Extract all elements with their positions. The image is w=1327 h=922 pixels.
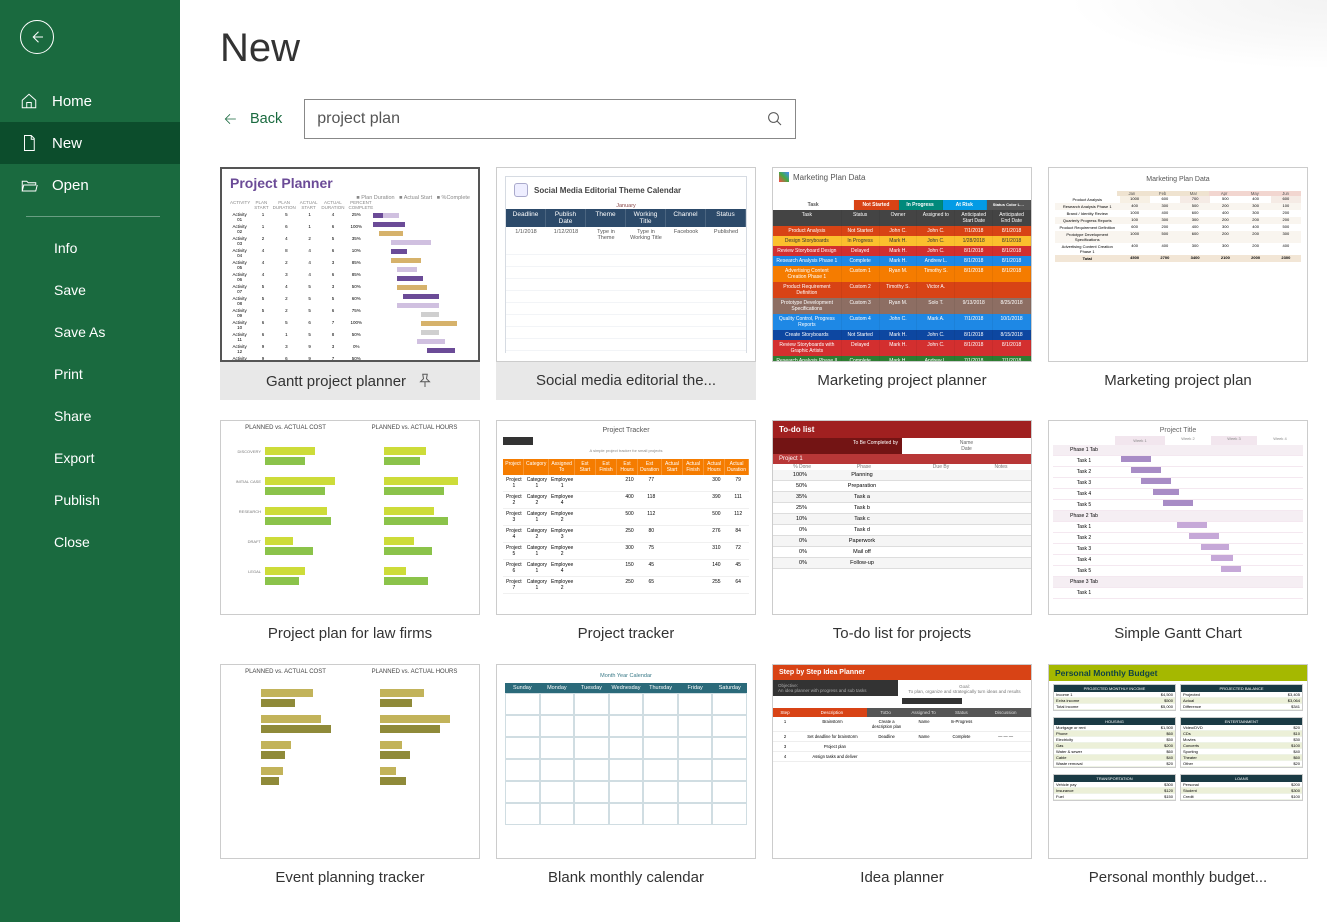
menu-print[interactable]: Print xyxy=(0,353,180,395)
thumb-legend: ■ Plan Duration ■ Actual Start ■ %Comple… xyxy=(222,193,478,195)
template-label: To-do list for projects xyxy=(833,625,971,642)
page-title: New xyxy=(220,26,1287,71)
home-icon xyxy=(20,92,38,110)
template-project-plan-law-firms[interactable]: PLANNED vs. ACTUAL COST DISCOVERY I xyxy=(220,420,480,644)
backstage-sidebar: Home New Open Info Save Save As Print Sh… xyxy=(0,0,180,922)
template-thumbnail: Month Year Calendar SundayMondayTuesdayW… xyxy=(496,664,756,859)
template-thumbnail: Project Title Week 1Week 2Week 3Week 4 P… xyxy=(1048,420,1308,615)
template-marketing-project-planner[interactable]: Marketing Plan Data Task Not Started In … xyxy=(772,167,1032,400)
template-project-tracker[interactable]: Project Tracker A simple project tracker… xyxy=(496,420,756,644)
template-thumbnail: PLANNED vs. ACTUAL COST DISCOVERY I xyxy=(220,420,480,615)
sidebar-item-new[interactable]: New xyxy=(0,122,180,164)
arrow-left-icon xyxy=(220,112,240,126)
template-thumbnail: Social Media Editorial Theme Calendar Ja… xyxy=(496,167,756,362)
template-thumbnail: Project Tracker A simple project tracker… xyxy=(496,420,756,615)
search-button[interactable] xyxy=(755,110,795,128)
pin-icon[interactable] xyxy=(416,372,434,390)
sidebar-divider xyxy=(26,216,160,217)
template-thumbnail: To-do list To Be Completed byNameDate Pr… xyxy=(772,420,1032,615)
menu-info[interactable]: Info xyxy=(0,227,180,269)
template-label: Gantt project planner xyxy=(266,373,406,390)
template-label: Social media editorial the... xyxy=(536,372,716,389)
back-link[interactable]: Back xyxy=(220,111,282,127)
search-row: Back xyxy=(220,99,1287,139)
back-link-label: Back xyxy=(250,111,282,127)
sidebar-item-open[interactable]: Open xyxy=(0,164,180,206)
template-idea-planner[interactable]: Step by Step Idea Planner Objective:An i… xyxy=(772,664,1032,888)
template-label: Idea planner xyxy=(860,869,943,886)
sidebar-item-home[interactable]: Home xyxy=(0,80,180,122)
template-label: Blank monthly calendar xyxy=(548,869,704,886)
template-social-media-editorial[interactable]: Social Media Editorial Theme Calendar Ja… xyxy=(496,167,756,400)
template-label: Project tracker xyxy=(578,625,675,642)
template-thumbnail: Marketing Plan Data Task Not Started In … xyxy=(772,167,1032,362)
menu-share[interactable]: Share xyxy=(0,395,180,437)
template-label: Marketing project planner xyxy=(817,372,986,389)
menu-close[interactable]: Close xyxy=(0,521,180,563)
menu-save-as[interactable]: Save As xyxy=(0,311,180,353)
menu-export[interactable]: Export xyxy=(0,437,180,479)
template-grid: Project Planner ■ Plan Duration ■ Actual… xyxy=(220,167,1287,888)
folder-open-icon xyxy=(20,176,38,194)
sidebar-label-open: Open xyxy=(52,177,89,194)
template-thumbnail: Marketing Plan Data JanFebMarAprMayJun P… xyxy=(1048,167,1308,362)
arrow-left-icon xyxy=(28,28,46,46)
template-label: Personal monthly budget... xyxy=(1089,869,1267,886)
template-simple-gantt-chart[interactable]: Project Title Week 1Week 2Week 3Week 4 P… xyxy=(1048,420,1308,644)
page-icon xyxy=(20,134,38,152)
template-thumbnail: Step by Step Idea Planner Objective:An i… xyxy=(772,664,1032,859)
menu-save[interactable]: Save xyxy=(0,269,180,311)
menu-publish[interactable]: Publish xyxy=(0,479,180,521)
template-todo-list-projects[interactable]: To-do list To Be Completed byNameDate Pr… xyxy=(772,420,1032,644)
template-search-box xyxy=(304,99,796,139)
thumb-title: Project Planner xyxy=(222,169,478,193)
template-marketing-project-plan[interactable]: Marketing Plan Data JanFebMarAprMayJun P… xyxy=(1048,167,1308,400)
sidebar-label-new: New xyxy=(52,135,82,152)
back-circle-button[interactable] xyxy=(20,20,54,54)
template-thumbnail: Project Planner ■ Plan Duration ■ Actual… xyxy=(220,167,480,362)
template-blank-monthly-calendar[interactable]: Month Year Calendar SundayMondayTuesdayW… xyxy=(496,664,756,888)
template-label: Marketing project plan xyxy=(1104,372,1252,389)
template-thumbnail: PLANNED vs. ACTUAL COST PLANNED vs. ACTU… xyxy=(220,664,480,859)
template-thumbnail: Personal Monthly Budget PROJECTED MONTHL… xyxy=(1048,664,1308,859)
template-personal-monthly-budget[interactable]: Personal Monthly Budget PROJECTED MONTHL… xyxy=(1048,664,1308,888)
template-label: Project plan for law firms xyxy=(268,625,432,642)
template-event-planning-tracker[interactable]: PLANNED vs. ACTUAL COST PLANNED vs. ACTU… xyxy=(220,664,480,888)
template-label: Simple Gantt Chart xyxy=(1114,625,1242,642)
template-label: Event planning tracker xyxy=(275,869,424,886)
main-area: New Back Project Planner ■ Plan Duration… xyxy=(180,0,1327,922)
template-search-input[interactable] xyxy=(305,100,755,138)
template-gantt-project-planner[interactable]: Project Planner ■ Plan Duration ■ Actual… xyxy=(220,167,480,400)
sidebar-label-home: Home xyxy=(52,93,92,110)
search-icon xyxy=(766,110,784,128)
